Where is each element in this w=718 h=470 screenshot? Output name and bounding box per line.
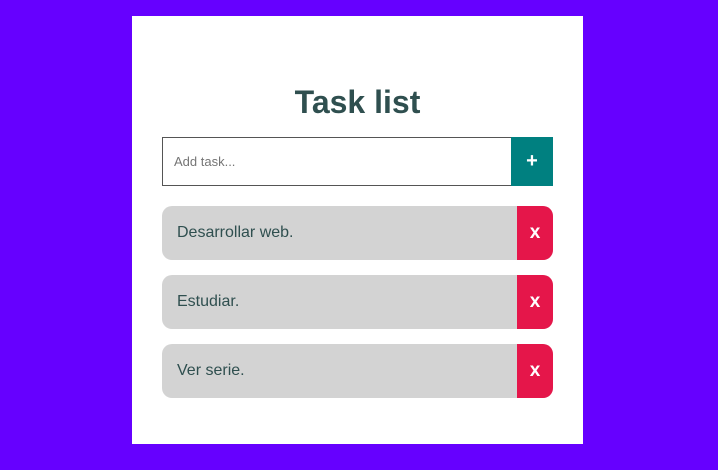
task-text: Estudiar. — [177, 293, 240, 310]
task-item: Estudiar. x — [162, 275, 553, 329]
add-task-form: + — [162, 137, 553, 186]
delete-task-button[interactable]: x — [517, 275, 553, 329]
task-list: Desarrollar web. x Estudiar. x Ver serie… — [162, 206, 553, 413]
add-task-input[interactable] — [162, 137, 511, 186]
page-title: Task list — [294, 84, 421, 120]
task-item: Desarrollar web. x — [162, 206, 553, 260]
task-card: Task list + Desarrollar web. x Estudiar.… — [132, 16, 583, 444]
task-text: Ver serie. — [177, 362, 245, 379]
delete-task-button[interactable]: x — [517, 344, 553, 398]
task-text: Desarrollar web. — [177, 224, 294, 241]
delete-task-button[interactable]: x — [517, 206, 553, 260]
add-task-button[interactable]: + — [511, 137, 553, 186]
task-item: Ver serie. x — [162, 344, 553, 398]
